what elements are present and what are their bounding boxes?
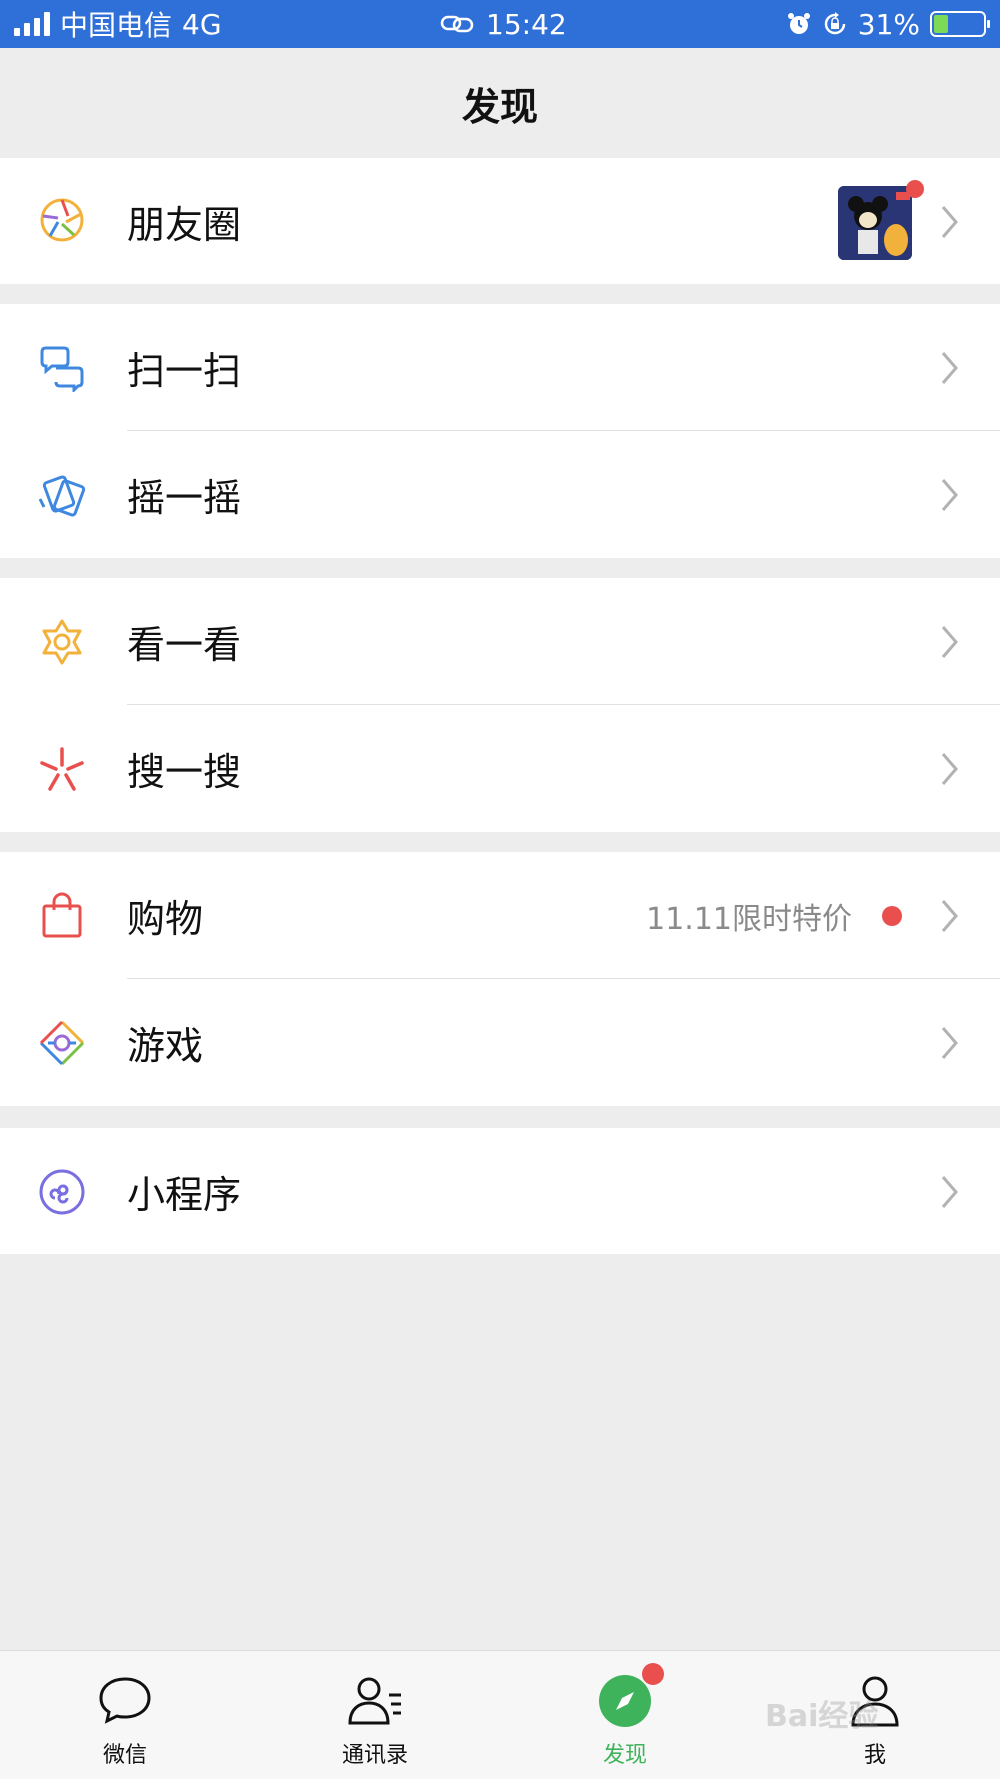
tab-label: 微信 (102, 1743, 147, 1768)
shopping-promo-text: 11.11限时特价 (646, 901, 852, 937)
battery-icon (930, 11, 990, 37)
chevron-right-icon (941, 1027, 958, 1059)
list-item-search[interactable]: 搜一搜 (0, 705, 1000, 832)
list-group-mini-programs: 小程序 (0, 1128, 1000, 1254)
list-item-shake[interactable]: 摇一摇 (0, 431, 1000, 558)
shopping-unread-badge (882, 906, 902, 926)
games-icon (39, 1020, 85, 1066)
list-item-moments[interactable]: 朋友圈 (0, 158, 1000, 284)
battery-percent: 31% (857, 7, 920, 41)
contacts-icon (348, 1677, 401, 1725)
alarm-icon (787, 13, 810, 34)
list-item-label: 购物 (127, 897, 204, 941)
watermark: Bai经验 (765, 1699, 879, 1734)
list-item-label: 看一看 (127, 623, 242, 667)
scan-icon (40, 346, 84, 392)
list-item-label: 扫一扫 (127, 349, 242, 393)
signal-strength-icon (14, 12, 50, 36)
list-item-label: 搜一搜 (127, 750, 242, 794)
moments-aperture-icon (40, 198, 84, 242)
chevron-right-icon (941, 479, 958, 511)
tab-label: 发现 (602, 1743, 647, 1768)
tab-label: 通讯录 (341, 1743, 408, 1768)
list-item-mini-programs[interactable]: 小程序 (0, 1128, 1000, 1254)
list-group-shopping-games: 购物 11.11限时特价 游戏 (0, 852, 1000, 1106)
list-item-top-stories[interactable]: 看一看 (0, 578, 1000, 705)
chat-bubble-icon (99, 1677, 151, 1724)
status-bar: 中国电信 4G 15:42 31% (0, 0, 1000, 48)
shake-icon (38, 475, 86, 517)
chevron-right-icon (941, 753, 958, 785)
tab-chats[interactable]: 微信 (0, 1651, 250, 1779)
discover-unread-badge (642, 1663, 664, 1685)
rotation-lock-icon (824, 12, 846, 35)
shopping-bag-icon (42, 892, 82, 938)
list-item-label: 游戏 (127, 1024, 204, 1068)
tab-discover[interactable]: 发现 (500, 1651, 750, 1779)
carrier-name: 中国电信 (60, 9, 173, 42)
tab-contacts[interactable]: 通讯录 (250, 1651, 500, 1779)
chevron-right-icon (941, 1176, 958, 1208)
tab-label: 我 (863, 1743, 886, 1768)
chevron-right-icon (941, 206, 958, 238)
chevron-right-icon (941, 352, 958, 384)
chevron-right-icon (941, 900, 958, 932)
nav-bar: 发现 (0, 48, 1000, 158)
list-group-moments: 朋友圈 (0, 158, 1000, 284)
network-type: 4G (182, 7, 222, 41)
list-item-shopping[interactable]: 购物 11.11限时特价 (0, 852, 1000, 979)
moments-thumbnail (838, 186, 912, 260)
list-item-label: 摇一摇 (127, 476, 242, 520)
tab-bar: 微信 通讯录 发现 我 Bai经验 (0, 1650, 1000, 1779)
page-title: 发现 (461, 84, 538, 129)
search-spark-icon (40, 747, 84, 791)
list-item-label: 朋友圈 (127, 202, 242, 247)
moments-unread-badge (906, 180, 924, 198)
list-item-label: 小程序 (127, 1172, 242, 1217)
chevron-right-icon (941, 626, 958, 658)
clock-time: 15:42 (486, 7, 567, 41)
link-icon (440, 15, 474, 33)
mini-programs-icon (39, 1169, 85, 1215)
list-item-scan[interactable]: 扫一扫 (0, 304, 1000, 431)
top-stories-icon (42, 619, 82, 665)
list-group-discover: 看一看 搜一搜 (0, 578, 1000, 832)
list-group-scan-shake: 扫一扫 摇一摇 (0, 304, 1000, 558)
list-item-games[interactable]: 游戏 (0, 979, 1000, 1106)
